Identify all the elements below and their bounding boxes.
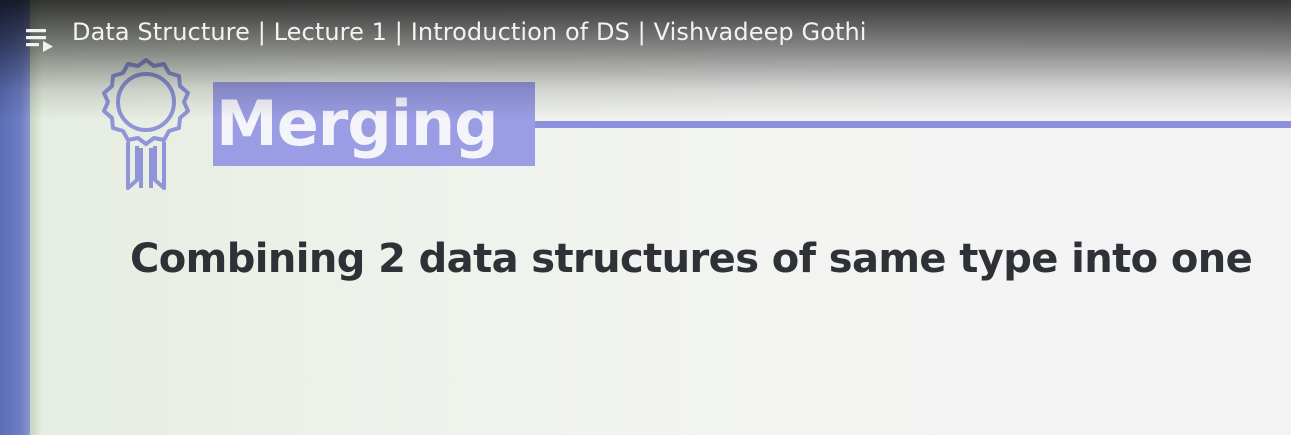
video-title[interactable]: Data Structure | Lecture 1 | Introductio… [72, 18, 867, 46]
heading-underline [535, 121, 1291, 128]
video-frame[interactable]: Merging Combining 2 data structures of s… [0, 0, 1291, 435]
playlist-icon[interactable] [26, 27, 56, 53]
slide-body-text: Combining 2 data structures of same type… [130, 236, 1253, 282]
